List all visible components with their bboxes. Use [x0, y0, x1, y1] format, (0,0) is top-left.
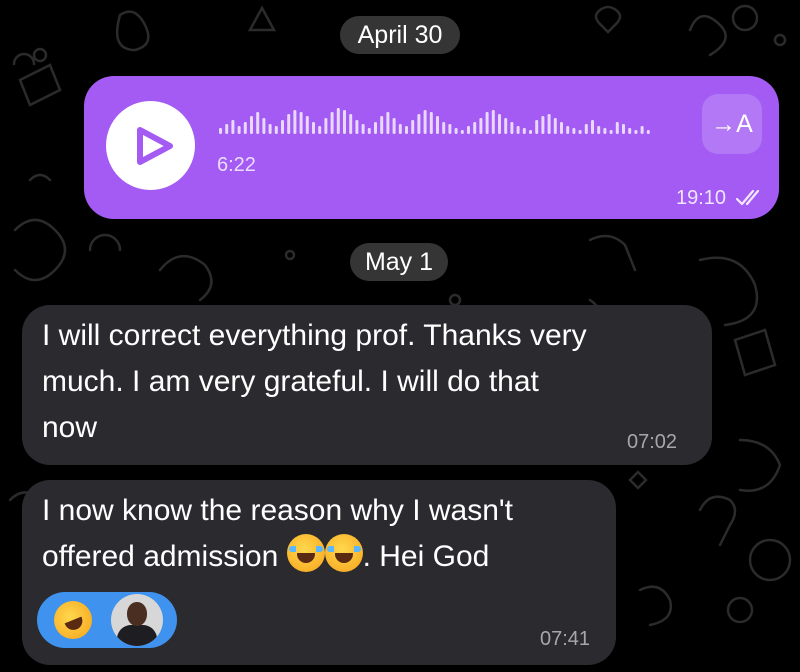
waveform-bar [405, 126, 408, 134]
waveform-bar [268, 124, 272, 134]
waveform-bar [634, 130, 638, 134]
waveform-bar [510, 122, 514, 134]
message-text: I now know the reason why I wasn't offer… [42, 488, 602, 580]
play-button[interactable] [106, 101, 195, 190]
waveform-bar [553, 118, 557, 134]
waveform-bar [243, 122, 247, 134]
waveform-bar [436, 116, 439, 134]
waveform-bar [361, 124, 365, 134]
waveform-bar [603, 128, 607, 134]
waveform-bar [355, 120, 359, 134]
waveform-bar [460, 130, 464, 134]
waveform-bar [591, 120, 594, 134]
waveform-bar [343, 110, 346, 134]
date-separator: April 30 [340, 16, 460, 54]
waveform-bar [485, 112, 489, 134]
message-line: I now know the reason why I wasn't [42, 494, 513, 527]
waveform-bar [336, 108, 340, 134]
voice-duration: 6:22 [217, 154, 256, 176]
waveform-bar [572, 128, 576, 134]
waveform-bar [281, 120, 284, 134]
message-line: I will correct everything prof. Thanks v… [42, 319, 587, 352]
laughing-emoji-icon [286, 534, 325, 572]
waveform-bar [516, 126, 520, 134]
waveform-bar [417, 114, 421, 134]
transcribe-button[interactable]: →A [702, 94, 762, 154]
message-line: offered admission . Hei God [42, 534, 602, 580]
waveform-bar [274, 126, 278, 134]
message-line: much. I am very grateful. I will do that [42, 365, 539, 398]
message-time: 19:10 [676, 187, 727, 209]
waveform-bar [584, 124, 588, 134]
double-check-icon [735, 189, 760, 206]
waveform-bar [312, 122, 315, 134]
date-separator: May 1 [350, 243, 448, 281]
laughing-emoji-icon [324, 534, 363, 572]
waveform-bar [231, 120, 235, 134]
waveform-bar [287, 114, 291, 134]
play-icon [137, 127, 173, 165]
waveform-bar [578, 130, 582, 134]
waveform-bar [411, 120, 415, 134]
waveform-bar [448, 124, 452, 134]
reaction-chip[interactable] [37, 592, 177, 648]
waveform[interactable] [219, 96, 679, 136]
waveform-bar [646, 130, 650, 134]
waveform-bar [423, 110, 427, 134]
waveform-bar [225, 124, 229, 134]
waveform-bar [256, 112, 260, 134]
waveform-bar [386, 112, 390, 134]
waveform-bar [324, 118, 328, 134]
waveform-bar [522, 128, 526, 134]
waveform-bar [615, 122, 619, 134]
incoming-message[interactable]: I will correct everything prof. Thanks v… [22, 305, 712, 465]
waveform-bar [547, 114, 551, 134]
message-text: I will correct everything prof. Thanks v… [42, 313, 702, 451]
waveform-bar [535, 120, 539, 134]
waveform-bar [529, 130, 532, 134]
avatar [111, 594, 163, 646]
waveform-bar [498, 114, 501, 134]
waveform-bar [380, 116, 384, 134]
waveform-bar [442, 122, 446, 134]
waveform-bar [237, 126, 241, 134]
waveform-bar [250, 116, 253, 134]
waveform-bar [467, 126, 470, 134]
message-time: 07:41 [540, 628, 591, 650]
waveform-bar [367, 128, 371, 134]
message-line: now [42, 411, 98, 444]
waveform-bar [622, 124, 625, 134]
waveform-bar [305, 116, 309, 134]
waveform-bar [219, 128, 222, 134]
waveform-bar [454, 128, 458, 134]
waveform-bar [473, 122, 477, 134]
voice-message-bubble[interactable]: 6:22 →A 19:10 [84, 76, 779, 219]
waveform-bar [491, 110, 495, 134]
waveform-bar [560, 122, 563, 134]
waveform-bar [609, 130, 613, 134]
waveform-bar [597, 126, 601, 134]
waveform-bar [318, 126, 322, 134]
waveform-bar [541, 116, 545, 134]
waveform-bar [349, 114, 353, 134]
waveform-bar [293, 110, 297, 134]
waveform-bar [566, 126, 570, 134]
waveform-bar [479, 118, 483, 134]
message-time: 07:02 [627, 431, 678, 453]
waveform-bar [640, 126, 644, 134]
waveform-bar [374, 122, 377, 134]
waveform-bar [398, 124, 402, 134]
waveform-bar [330, 112, 334, 134]
waveform-bar [504, 118, 508, 134]
waveform-bar [429, 112, 433, 134]
waveform-bar [392, 118, 396, 134]
waveform-bar [628, 128, 632, 134]
reaction-emoji-icon [48, 595, 98, 645]
waveform-bar [299, 112, 303, 134]
waveform-bar [262, 118, 266, 134]
